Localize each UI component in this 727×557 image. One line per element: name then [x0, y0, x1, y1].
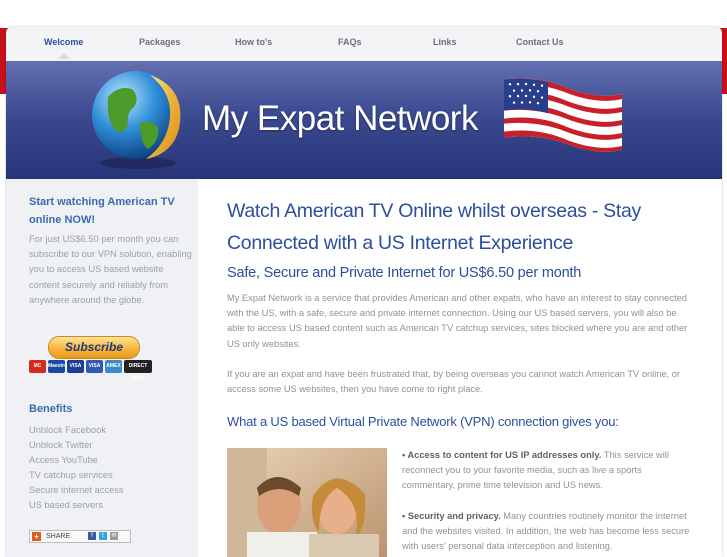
- page-container: Welcome Packages How to's FAQs Links Con…: [6, 27, 722, 557]
- nav-packages[interactable]: Packages: [139, 37, 181, 47]
- plus-icon: +: [32, 532, 41, 541]
- mastercard-icon: MC: [29, 360, 46, 373]
- globe-logo-icon: [92, 71, 181, 169]
- sidebar: Start watching American TV online NOW! F…: [6, 179, 198, 557]
- benefits-title: Benefits: [29, 403, 73, 415]
- us-flag-icon: [504, 78, 622, 152]
- couple-photo: [227, 448, 387, 557]
- benefit-item: Secure internet access: [29, 485, 124, 495]
- facebook-icon: f: [88, 532, 96, 540]
- nav-how-tos[interactable]: How to's: [235, 37, 272, 47]
- visa-electron-icon: VISA: [86, 360, 103, 373]
- bullet-us-content: • Access to content for US IP addresses …: [402, 448, 692, 494]
- maestro-icon: Maestro: [48, 360, 67, 373]
- nav-faqs[interactable]: FAQs: [338, 37, 362, 47]
- nav-links[interactable]: Links: [433, 37, 457, 47]
- page-subtitle: Safe, Secure and Private Internet for US…: [227, 265, 582, 281]
- header-banner: My Expat Network: [6, 61, 722, 179]
- sidebar-promo-text: For just US$6.50 per month you can subsc…: [29, 234, 192, 305]
- benefit-item: Access YouTube: [29, 455, 98, 465]
- amex-icon: AMEX: [105, 360, 122, 373]
- page-title: Watch American TV Online whilst overseas…: [227, 200, 641, 254]
- share-button[interactable]: + SHARE f t ✉: [29, 530, 131, 543]
- bullet-title: • Security and privacy.: [402, 511, 501, 521]
- benefit-item: Unblock Twitter: [29, 440, 93, 450]
- intro-paragraph: My Expat Network is a service that provi…: [227, 293, 688, 349]
- direct-debit-icon: DIRECT DEBIT: [124, 360, 152, 382]
- vpn-benefits-heading: What a US based Virtual Private Network …: [227, 414, 619, 429]
- bullet-title: • Access to content for US IP addresses …: [402, 450, 602, 460]
- twitter-icon: t: [99, 532, 107, 540]
- nav-contact-us[interactable]: Contact Us: [516, 37, 564, 47]
- share-label: SHARE: [46, 533, 71, 540]
- visa-icon: VISA: [67, 360, 84, 373]
- nav-welcome[interactable]: Welcome: [44, 37, 83, 47]
- subscribe-button[interactable]: Subscribe: [48, 336, 140, 359]
- benefit-item: US based servers: [29, 500, 103, 510]
- sidebar-promo-title: Start watching American TV online NOW!: [29, 196, 175, 226]
- top-band: [0, 0, 727, 28]
- expat-paragraph: If you are an expat and have been frustr…: [227, 369, 681, 395]
- main-nav: Welcome Packages How to's FAQs Links Con…: [6, 27, 722, 62]
- email-icon: ✉: [110, 532, 118, 540]
- banner-title: My Expat Network: [202, 99, 478, 138]
- bullet-security: • Security and privacy. Many countries r…: [402, 509, 692, 555]
- active-nav-caret-icon: [58, 53, 70, 59]
- benefit-item: Unblock Facebook: [29, 425, 106, 435]
- benefit-item: TV catchup services: [29, 470, 113, 480]
